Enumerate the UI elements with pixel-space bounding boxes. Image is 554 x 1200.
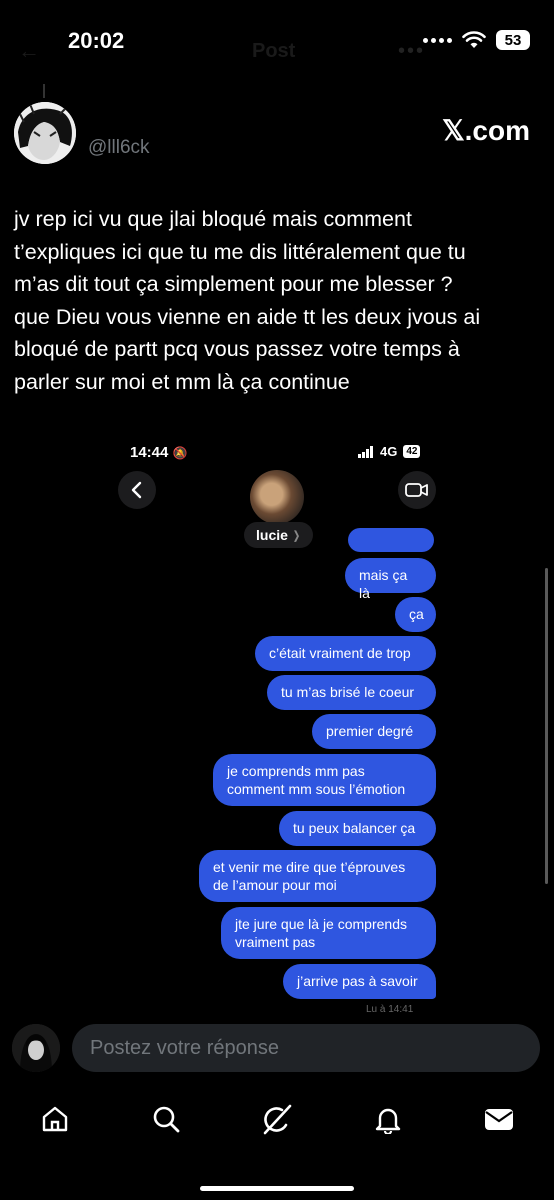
grok-icon[interactable]	[249, 1091, 305, 1147]
home-icon[interactable]	[27, 1091, 83, 1147]
status-indicators: 53	[423, 30, 530, 50]
search-icon[interactable]	[138, 1091, 194, 1147]
chevron-left-icon	[131, 481, 142, 499]
avatar[interactable]	[14, 102, 76, 164]
seen-label: Lu à 14:41	[366, 1004, 414, 1012]
reply-input[interactable]: Postez votre réponse	[72, 1024, 540, 1072]
messages-icon[interactable]	[471, 1091, 527, 1147]
reply-placeholder: Postez votre réponse	[90, 1036, 279, 1059]
embedded-network: 4G	[380, 444, 398, 459]
message-bubble: je comprends mm pas comment mm sous l’ém…	[213, 754, 436, 806]
back-arrow-icon[interactable]: ←	[18, 38, 40, 63]
status-time: 20:02	[68, 28, 125, 53]
reply-avatar-image	[12, 1024, 60, 1072]
message-bubble: jte jure que là je comprends vraiment pa…	[221, 907, 436, 959]
message-bubble: c’était vraiment de trop	[255, 636, 436, 671]
embedded-time: 14:44 🔕	[130, 444, 188, 461]
message-bubble: et venir me dire que t’éprouves de l’amo…	[199, 850, 436, 902]
more-icon[interactable]: •••	[398, 40, 425, 63]
scrollbar[interactable]	[545, 568, 548, 884]
embedded-status: 4G 42	[358, 444, 421, 459]
signal-icon	[423, 37, 452, 43]
source-label: 𝕏.com	[442, 115, 530, 146]
video-camera-icon	[405, 483, 428, 497]
message-bubble: mais ça là	[345, 558, 436, 601]
message-bubble: tu m’as brisé le coeur	[267, 675, 436, 710]
avatar-image	[14, 102, 76, 164]
battery-indicator: 53	[496, 30, 530, 50]
notifications-icon[interactable]	[360, 1091, 416, 1147]
home-indicator	[200, 1186, 354, 1191]
message-bubble: premier degré	[312, 714, 436, 749]
embedded-time-text: 14:44	[130, 444, 169, 461]
contact-name: lucie	[256, 527, 288, 543]
reply-avatar[interactable]	[12, 1024, 60, 1072]
message-bubble-partial	[348, 528, 434, 552]
embedded-screenshot[interactable]: 14:44 🔕 4G 42 lucie ❭ mais ça là ça c’ét…	[0, 432, 554, 1012]
header-title: Post	[252, 40, 296, 62]
user-handle[interactable]: @lll6ck	[88, 137, 150, 159]
tab-bar	[0, 1090, 554, 1148]
message-bubble: j’arrive pas à savoir	[283, 964, 436, 999]
post-text: jv rep ici vu que jlai bloqué mais comme…	[14, 207, 481, 394]
message-bubble: tu peux balancer ça	[279, 811, 436, 846]
embedded-battery: 42	[403, 445, 421, 458]
wifi-icon	[462, 31, 486, 48]
video-call-button[interactable]	[398, 471, 436, 509]
chevron-right-icon: ❭	[291, 529, 302, 542]
thread-line	[43, 84, 45, 98]
mute-bell-icon: 🔕	[172, 446, 188, 460]
contact-name-pill[interactable]: lucie ❭	[244, 522, 314, 548]
embedded-signal-icon	[358, 445, 373, 458]
message-bubble: ça	[395, 597, 436, 632]
embedded-back-button[interactable]	[118, 471, 156, 509]
contact-avatar[interactable]	[250, 470, 304, 524]
